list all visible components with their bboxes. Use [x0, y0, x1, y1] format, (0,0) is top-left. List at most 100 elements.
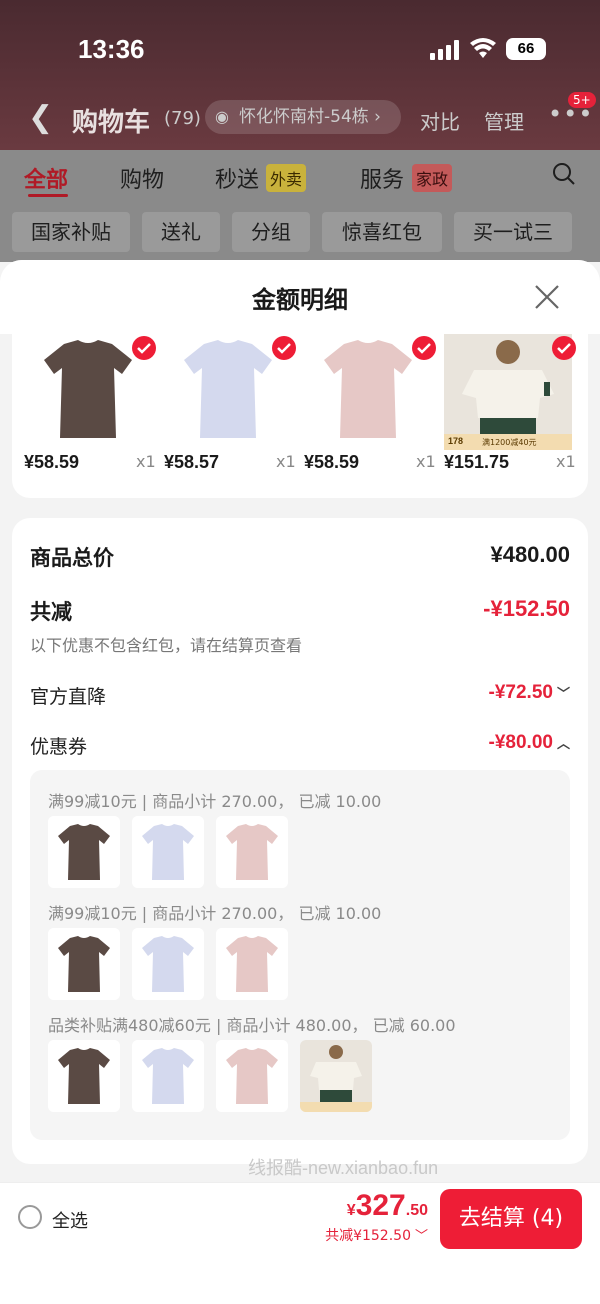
coupon-thumbs: [48, 816, 568, 888]
cart-navbar: ❮ 购物车 (79) ◉ 怀化怀南村-54栋 › 对比 管理 ••• 5+: [0, 92, 600, 140]
battery-indicator: 66: [506, 38, 546, 60]
tshirt-thumb: [216, 1040, 288, 1112]
discount-total-row: 共减 -¥152.50: [30, 596, 570, 626]
amount-detail-sheet: 金额明细 ¥58.59 x1 ¥58.57 x1 ¥58.59 x1 178 满…: [0, 260, 600, 1182]
tab-shopping[interactable]: 购物: [120, 162, 164, 194]
signal-icon: [430, 40, 459, 60]
product-qty: x1: [276, 452, 296, 471]
watermark-text: 线报酷-new.xianbao.fun: [248, 1158, 439, 1178]
chip-national-subsidy[interactable]: 国家补贴: [12, 212, 130, 252]
discount-total-label: 共减: [30, 600, 72, 624]
select-all-radio[interactable]: [18, 1205, 42, 1229]
tshirt-thumb: [216, 928, 288, 1000]
coupon-rule-text: 满99减10元 | 商品小计 270.00， 已减 10.00: [48, 904, 382, 923]
tshirt-thumb: [48, 1040, 120, 1112]
cart-count: (79): [164, 108, 201, 129]
total-price: ¥327.50: [347, 1189, 428, 1223]
product-item[interactable]: 178 满1200减40元 ¥151.75 x1: [444, 334, 584, 474]
tshirt-thumb: [132, 1040, 204, 1112]
coupon-value: -¥80.00 ︿: [488, 732, 570, 753]
price-breakdown-card: 商品总价 ¥480.00 共减 -¥152.50 以下优惠不包含红包，请在结算页…: [12, 518, 588, 1164]
total-integer: 327: [355, 1189, 406, 1222]
product-price: ¥58.59: [24, 452, 80, 472]
notification-badge: 5+: [568, 92, 596, 108]
checkout-button[interactable]: 去结算 (4): [440, 1189, 582, 1249]
tab-service[interactable]: 服务: [360, 162, 404, 194]
product-price: ¥58.57: [164, 452, 220, 472]
chip-group[interactable]: 分组: [232, 212, 310, 252]
product-item[interactable]: ¥58.59 x1: [304, 334, 444, 474]
close-icon[interactable]: [532, 282, 562, 312]
address-text: 怀化怀南村-54栋: [239, 107, 369, 127]
goods-total-row: 商品总价 ¥480.00: [30, 542, 570, 572]
checked-icon[interactable]: [132, 336, 156, 360]
official-discount-value: -¥72.50 ﹀: [488, 682, 570, 703]
chip-red-packet[interactable]: 惊喜红包: [322, 212, 442, 252]
search-icon[interactable]: [552, 162, 576, 186]
photo-badge-price: 178: [448, 436, 464, 446]
active-tab-indicator: [28, 194, 68, 197]
tshirt-thumb: [132, 816, 204, 888]
tshirt-thumb: [48, 928, 120, 1000]
filter-chips: 国家补贴 送礼 分组 惊喜红包 买一试三: [0, 204, 600, 262]
product-price: ¥58.59: [304, 452, 360, 472]
coupon-detail-box: 满99减10元 | 商品小计 270.00， 已减 10.00 满99减10元 …: [30, 770, 570, 1140]
home-indicator-area: [0, 1252, 600, 1304]
checked-icon[interactable]: [272, 336, 296, 360]
chip-gift[interactable]: 送礼: [142, 212, 220, 252]
checked-icon[interactable]: [412, 336, 436, 360]
chip-buy-one-try-three[interactable]: 买一试三: [454, 212, 572, 252]
model-photo-thumb: [300, 1040, 372, 1112]
tshirt-thumb: [48, 816, 120, 888]
tshirt-thumb: [216, 816, 288, 888]
goods-total-value: ¥480.00: [490, 542, 570, 567]
product-qty: x1: [556, 452, 576, 471]
express-tag: 外卖: [266, 164, 307, 192]
sheet-title: 金额明细: [252, 286, 348, 314]
select-all-label[interactable]: 全选: [52, 1207, 88, 1233]
official-discount-label: 官方直降: [30, 686, 107, 708]
manage-button[interactable]: 管理: [484, 106, 524, 135]
product-item[interactable]: ¥58.57 x1: [164, 334, 304, 474]
tshirt-thumb: [132, 928, 204, 1000]
goods-total-label: 商品总价: [30, 546, 114, 570]
total-decimal: .50: [405, 1202, 428, 1219]
discount-total-value: -¥152.50: [483, 596, 570, 621]
cart-tabs: 全部 购物 秒送 外卖 服务 家政: [0, 150, 600, 204]
status-bar: 13:36 66: [0, 30, 600, 70]
tab-express[interactable]: 秒送: [215, 162, 259, 194]
address-selector[interactable]: ◉ 怀化怀南村-54栋 ›: [205, 100, 401, 134]
status-time: 13:36: [78, 34, 145, 64]
discount-hint: 以下优惠不包含红包，请在结算页查看: [30, 636, 303, 655]
saved-amount[interactable]: 共减¥152.50 ﹀: [325, 1225, 428, 1245]
coupon-group: 满99减10元 | 商品小计 270.00， 已减 10.00: [48, 900, 568, 1004]
total-currency: ¥: [346, 1202, 356, 1219]
compare-button[interactable]: 对比: [420, 106, 460, 135]
tab-all[interactable]: 全部: [24, 162, 68, 194]
coupon-rule-text: 满99减10元 | 商品小计 270.00， 已减 10.00: [48, 792, 382, 811]
chevron-down-icon: ﹀: [414, 1229, 428, 1244]
coupon-thumbs: [48, 1040, 568, 1112]
product-qty: x1: [136, 452, 156, 471]
coupon-group: 满99减10元 | 商品小计 270.00， 已减 10.00: [48, 788, 568, 892]
coupon-thumbs: [48, 928, 568, 1000]
coupon-label: 优惠券: [30, 736, 88, 758]
official-discount-row[interactable]: 官方直降 -¥72.50 ﹀: [30, 682, 570, 710]
service-tag: 家政: [412, 164, 453, 192]
product-strip: ¥58.59 x1 ¥58.57 x1 ¥58.59 x1 178 满1200减…: [12, 334, 588, 498]
sheet-header: 金额明细: [0, 260, 600, 334]
chevron-down-icon[interactable]: ﹀: [557, 686, 570, 701]
product-item[interactable]: ¥58.59 x1: [24, 334, 164, 474]
coupon-group: 品类补贴满480减60元 | 商品小计 480.00， 已减 60.00: [48, 1012, 568, 1116]
coupon-row[interactable]: 优惠券 -¥80.00 ︿: [30, 732, 570, 760]
eye-icon: ◉: [215, 107, 229, 126]
back-icon[interactable]: ❮: [28, 100, 53, 135]
product-qty: x1: [416, 452, 436, 471]
wifi-icon: [470, 38, 496, 58]
checked-icon[interactable]: [552, 336, 576, 360]
product-price: ¥151.75: [444, 452, 510, 472]
chevron-up-icon[interactable]: ︿: [557, 736, 570, 751]
coupon-rule-text: 品类补贴满480减60元 | 商品小计 480.00， 已减 60.00: [48, 1016, 456, 1035]
photo-badge-promo: 满1200减40元: [482, 438, 537, 447]
page-title: 购物车: [72, 108, 151, 138]
